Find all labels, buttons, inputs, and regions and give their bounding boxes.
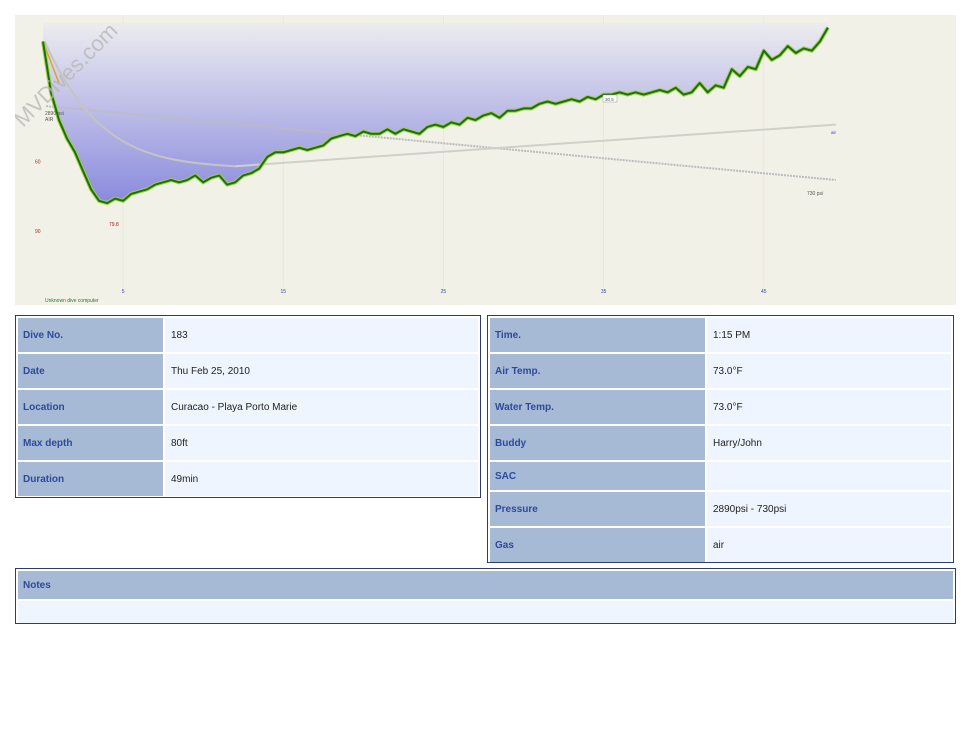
field-label: Air Temp. [490, 354, 705, 388]
table-row: SAC [490, 462, 951, 490]
x-tick-label: 45 [761, 289, 767, 295]
field-value: 73.0°F [707, 390, 951, 424]
field-label: SAC [490, 462, 705, 490]
notes-section: Notes [15, 568, 956, 624]
table-row: Time. 1:15 PM [490, 318, 951, 352]
y-tick-label: 60 [35, 160, 41, 166]
x-tick-label: 5 [122, 289, 125, 295]
table-row: Buddy Harry/John [490, 426, 951, 460]
field-label: Max depth [18, 426, 163, 460]
gas-label: AIR [45, 117, 54, 123]
table-row: Duration 49min [18, 462, 478, 496]
table-row: Max depth 80ft [18, 426, 478, 460]
notes-value [18, 601, 953, 623]
x-tick-label: 25 [441, 289, 447, 295]
end-pressure-label: 730 psi [807, 191, 823, 197]
dive-profile-chart: 5 15 25 35 45 6090 2890 psi AIR 79.8 730 psi… [15, 15, 956, 305]
field-label: Pressure [490, 492, 705, 526]
field-value [707, 462, 951, 490]
table-row: Date Thu Feb 25, 2010 [18, 354, 478, 388]
conditions-table: Time. 1:15 PM Air Temp. 73.0°F Water Temp. 73… [487, 315, 954, 563]
table-row: Water Temp. 73.0°F [490, 390, 951, 424]
field-value: 183 [165, 318, 478, 352]
table-row: Pressure 2890psi - 730psi [490, 492, 951, 526]
field-value: 80ft [165, 426, 478, 460]
field-label: Water Temp. [490, 390, 705, 424]
field-label: Dive No. [18, 318, 163, 352]
table-row: Gas air [490, 528, 951, 562]
field-value: 73.0°F [707, 354, 951, 388]
field-value: Harry/John [707, 426, 951, 460]
field-value: 1:15 PM [707, 318, 951, 352]
field-label: Duration [18, 462, 163, 496]
field-label: Date [18, 354, 163, 388]
x-tick-label: 35 [601, 289, 607, 295]
field-label: Gas [490, 528, 705, 562]
waypoint-label: 30.5 [605, 97, 614, 102]
max-depth-label: 79.8 [109, 222, 119, 228]
table-row: Air Temp. 73.0°F [490, 354, 951, 388]
dive-info-table: Dive No. 183 Date Thu Feb 25, 2010 Location C… [15, 315, 481, 498]
y-tick-label: 90 [35, 229, 41, 235]
notes-label: Notes [18, 571, 953, 599]
table-row: Dive No. 183 [18, 318, 478, 352]
top-label: air [831, 130, 837, 135]
field-value: air [707, 528, 951, 562]
field-label: Location [18, 390, 163, 424]
field-value: Thu Feb 25, 2010 [165, 354, 478, 388]
field-label: Buddy [490, 426, 705, 460]
field-value: 49min [165, 462, 478, 496]
x-tick-label: 15 [280, 289, 286, 295]
table-row: Location Curacao - Playa Porto Marie [18, 390, 478, 424]
field-value: Curacao - Playa Porto Marie [165, 390, 478, 424]
field-label: Time. [490, 318, 705, 352]
footer-label: Unknown dive computer [45, 298, 99, 304]
field-value: 2890psi - 730psi [707, 492, 951, 526]
